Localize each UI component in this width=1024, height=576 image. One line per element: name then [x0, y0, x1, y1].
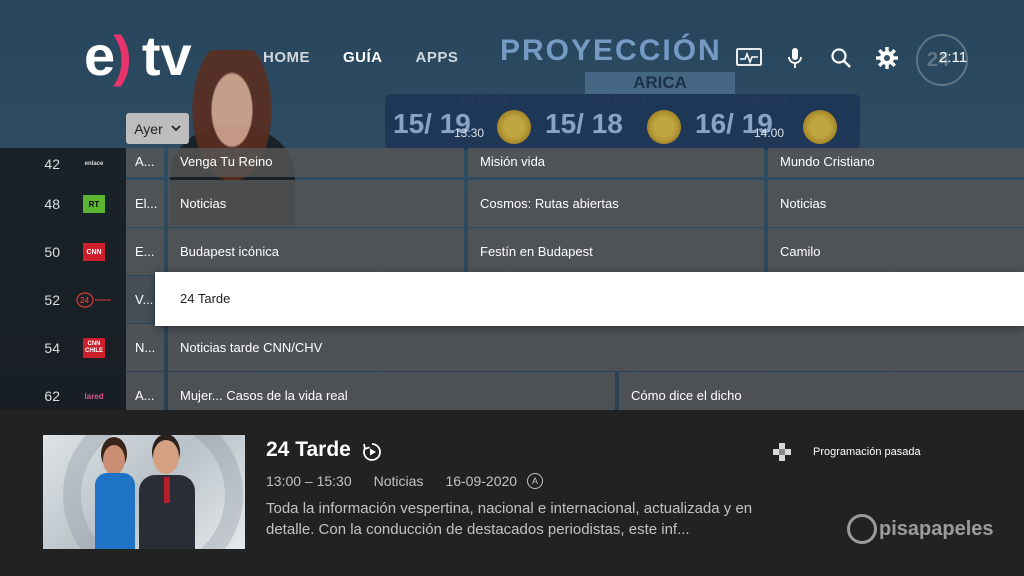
program-cell[interactable]: Noticias [168, 180, 464, 227]
nav-apps[interactable]: APPS [416, 49, 459, 66]
channel-row[interactable]: 48 RT [0, 180, 126, 228]
channel-number: 50 [44, 244, 60, 260]
program-genre: Noticias [373, 473, 424, 489]
weather-city: ARICA [585, 72, 735, 94]
logo-e: e [84, 24, 116, 87]
sun-icon [497, 110, 531, 144]
pisapapeles-logo-icon [847, 514, 877, 544]
day-selector-label: Ayer [134, 120, 163, 137]
program-cell[interactable]: Budapest icónica [168, 228, 464, 275]
microphone-icon[interactable] [781, 44, 809, 72]
logo-tv: tv [141, 24, 192, 87]
channel-logo-cnn: CNN [83, 243, 105, 261]
channel-column: 42 enlace 48 RT 50 CNN 52 24 54 CNN CHILE… [0, 148, 126, 410]
weather-day: VIERNES [460, 94, 509, 106]
channel-logo-rt: RT [83, 195, 105, 213]
past-programming-label: Programación pasada [813, 446, 921, 458]
program-cell[interactable]: Noticias tarde CNN/CHV [168, 324, 1024, 371]
program-cell[interactable]: Camilo [768, 228, 1024, 275]
channel-row[interactable]: 54 CNN CHILE [0, 324, 126, 372]
program-cell[interactable]: N... [126, 324, 164, 371]
weather-title: PROYECCIÓN [500, 34, 722, 67]
day-selector[interactable]: Ayer [126, 113, 189, 144]
timeline-1330: 13:30 [454, 126, 485, 140]
program-cell[interactable]: Festín en Budapest [468, 228, 764, 275]
program-date: 16-09-2020 [445, 473, 518, 489]
signal-monitor-icon[interactable] [735, 44, 763, 72]
channel-logo-lared: lared [84, 391, 104, 401]
program-cell[interactable]: Venga Tu Reino [168, 148, 464, 177]
epg-guide: 42 enlace 48 RT 50 CNN 52 24 54 CNN CHILE… [0, 148, 1024, 410]
channel-logo-cnn-chile: CNN CHILE [83, 338, 105, 358]
channel-row[interactable]: 52 24 [0, 276, 126, 324]
svg-text:24: 24 [80, 296, 89, 305]
chevron-down-icon [171, 125, 181, 132]
past-programming-button[interactable]: Programación pasada [773, 443, 921, 461]
program-cell[interactable]: A... [126, 148, 164, 177]
etv-logo[interactable]: e ) tv [84, 24, 192, 87]
channel-number: 52 [44, 292, 60, 308]
weather-day: DOMINGO [735, 94, 789, 106]
search-icon[interactable] [827, 44, 855, 72]
channel-logo-enlace: enlace [84, 161, 104, 167]
program-cell[interactable]: Cosmos: Rutas abiertas [468, 180, 764, 227]
main-nav: HOME GUÍA APPS [263, 49, 491, 66]
program-cell[interactable]: Misión vida [468, 148, 764, 177]
clock: 2:11 [939, 49, 968, 66]
sun-icon [647, 110, 681, 144]
channel-number: 62 [44, 388, 60, 404]
program-cell[interactable]: Noticias [768, 180, 1024, 227]
weather-temp: 15/ 18 [545, 108, 623, 139]
program-meta: 13:00 – 15:30 Noticias 16-09-2020 A [266, 473, 544, 489]
program-cell[interactable]: Mundo Cristiano [768, 148, 1024, 177]
watermark-text: pisapapeles [879, 517, 994, 540]
nav-home[interactable]: HOME [263, 49, 310, 66]
settings-gear-icon[interactable] [873, 44, 901, 72]
channel-number: 48 [44, 196, 60, 212]
channel-number: 42 [44, 156, 60, 172]
program-time: 13:00 – 15:30 [266, 473, 352, 489]
focused-program-cell[interactable]: 24 Tarde [155, 272, 1024, 326]
program-title: 24 Tarde [266, 438, 351, 461]
dpad-icon [773, 443, 791, 461]
program-detail-panel: 24 Tarde 13:00 – 15:30 Noticias 16-09-20… [0, 410, 1024, 576]
program-cell[interactable]: E... [126, 228, 164, 275]
weather-day: SÁBADO [598, 94, 646, 106]
replay-icon[interactable] [361, 441, 383, 463]
channel-number: 54 [44, 340, 60, 356]
logo-paren: ) [113, 24, 132, 87]
rating-badge: A [527, 473, 544, 489]
program-cell[interactable]: A... [126, 372, 164, 410]
timeline-1400: 14:00 [754, 126, 785, 140]
nav-guia[interactable]: GUÍA [343, 49, 383, 66]
channel-row[interactable]: 62 lared [0, 372, 126, 410]
sun-icon [803, 110, 837, 144]
program-cell[interactable]: V... [126, 276, 154, 323]
program-cell[interactable]: El... [126, 180, 164, 227]
program-description: Toda la información vespertina, nacional… [266, 500, 753, 538]
pisapapeles-watermark: pisapapeles [847, 514, 994, 544]
program-cell[interactable]: Cómo dice el dicho [619, 372, 1024, 410]
channel-logo-24: 24 [76, 289, 112, 311]
header-icons [735, 44, 919, 72]
channel-row[interactable]: 50 CNN [0, 228, 126, 276]
program-cell[interactable]: Mujer... Casos de la vida real [168, 372, 615, 410]
program-thumbnail [43, 435, 245, 549]
